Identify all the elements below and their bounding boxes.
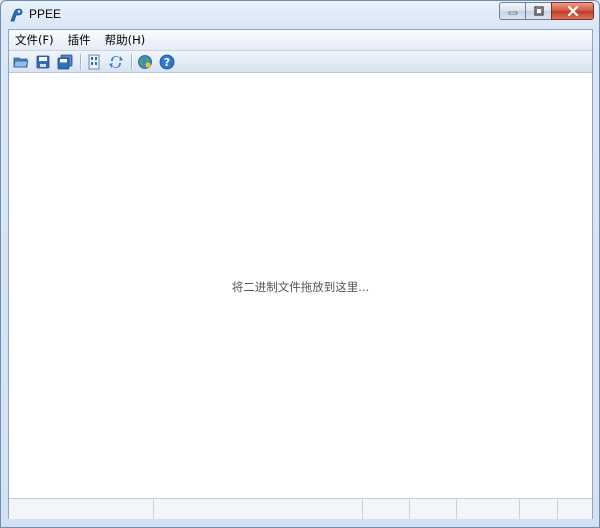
menu-help[interactable]: 帮助(H) [99,31,152,49]
minimize-button[interactable] [499,2,525,20]
save-icon [36,55,50,68]
toolbar-separator [80,53,81,70]
status-pane [558,499,590,519]
toolbar-separator [131,53,132,70]
close-button[interactable] [551,2,594,20]
maximize-button[interactable] [525,2,551,20]
status-bar [9,498,592,519]
menu-file[interactable]: 文件(F) [9,31,60,49]
open-folder-icon [13,57,29,67]
refresh-icon [109,55,123,68]
status-pane [154,499,363,519]
close-icon [567,6,578,16]
binary-view-button[interactable] [84,52,104,72]
status-pane [9,499,154,519]
menu-bar: 文件(F) 插件 帮助(H) [9,30,592,51]
client-area: 文件(F) 插件 帮助(H) ? 将二进制文件拖放到这里... [8,29,593,519]
status-pane [363,499,410,519]
menu-plugins[interactable]: 插件 [62,31,97,49]
status-pane [520,499,558,519]
help-button[interactable]: ? [157,52,177,72]
help-icon: ? [159,54,175,69]
save-all-icon [57,54,73,69]
refresh-button[interactable] [106,52,126,72]
status-pane [410,499,457,519]
drop-hint-text: 将二进制文件拖放到这里... [231,280,370,294]
globe-icon [138,54,152,69]
save-all-button[interactable] [55,52,75,72]
maximize-icon [533,6,544,16]
open-button[interactable] [11,52,31,72]
minimize-icon [508,11,517,15]
svg-text:?: ? [164,56,170,69]
web-button[interactable] [135,52,155,72]
app-window: PPEE 文件(F) 插件 帮助(H) ? 将二进制文件拖放到这里... [0,0,600,528]
binary-view-icon [88,54,100,69]
drop-area[interactable]: 将二进制文件拖放到这里... [9,74,592,498]
toolbar: ? [9,51,592,73]
status-pane [457,499,520,519]
title-bar[interactable]: PPEE [1,1,599,27]
app-logo-icon [10,8,23,22]
window-title: PPEE [29,7,62,21]
save-button[interactable] [33,52,53,72]
window-controls [499,2,594,22]
